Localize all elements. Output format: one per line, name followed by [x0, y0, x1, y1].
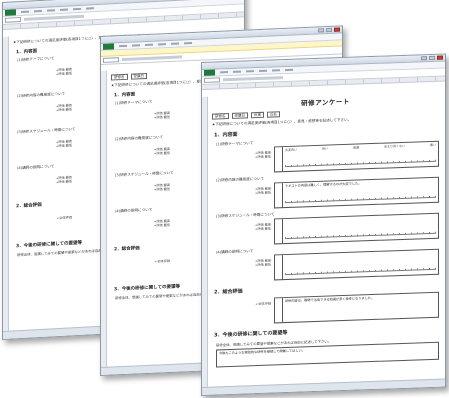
ribbon-tab[interactable] [158, 43, 166, 46]
ribbon-tab[interactable] [34, 9, 42, 13]
overall-row: ←全体評価 研修内容は、職場で活用できる知識が多く参考になりました。 [212, 291, 439, 328]
rating-cell[interactable] [275, 147, 283, 172]
field-course[interactable]: 研修名 [111, 73, 128, 81]
answer-box[interactable]: 大変良い 良い 普通 あまり良くない 悪い [274, 140, 439, 173]
ribbon-tab[interactable] [285, 68, 293, 72]
file-tab[interactable] [5, 9, 16, 16]
field-date[interactable]: 受講日 [130, 72, 147, 80]
overall-label: ←全体評価 [154, 258, 170, 264]
field-name[interactable]: 氏名 [267, 111, 280, 118]
formula-input[interactable] [223, 76, 283, 82]
answer-box[interactable]: テキストの内容は難しく、理解するのが大変でした。 [274, 176, 439, 209]
answer-box[interactable] [274, 248, 439, 281]
ribbon-tab[interactable] [184, 41, 192, 45]
rating-cell[interactable] [275, 183, 283, 208]
legend-low: →評価 最低 [254, 226, 271, 232]
spreadsheet-window-front: 研修アンケート 研修名 受講日 所属 氏名 ★下記研修についての満足度評価(各項… [201, 53, 446, 397]
rating-cell[interactable] [275, 298, 283, 323]
field-course[interactable]: 研修名 [212, 113, 229, 120]
ribbon-tab[interactable] [60, 8, 68, 11]
maximize-icon[interactable] [429, 55, 435, 61]
ribbon-tab[interactable] [73, 7, 81, 11]
answer-box[interactable]: 研修内容は、職場で活用できる知識が多く参考になりました。 [274, 291, 439, 324]
name-box[interactable] [5, 17, 21, 23]
rating-cell[interactable] [275, 219, 283, 244]
rating-scale [285, 195, 436, 204]
ribbon-tab[interactable] [272, 69, 280, 72]
ribbon-tab[interactable] [145, 43, 153, 47]
formula-input[interactable] [24, 14, 84, 21]
ribbon-tab[interactable] [233, 70, 241, 73]
ribbon-tab[interactable] [21, 10, 29, 14]
maximize-icon[interactable] [326, 27, 332, 33]
legend-low: →評価 最低 [254, 154, 271, 160]
ribbon-tab[interactable] [220, 71, 228, 74]
overall-label: ←全体評価 [56, 215, 72, 221]
overall-label: ←全体評価 [255, 301, 271, 307]
formula-input[interactable] [122, 55, 182, 62]
file-tab[interactable] [204, 69, 215, 76]
ribbon-tab[interactable] [259, 69, 267, 72]
rating-scale [285, 267, 436, 276]
minimize-icon[interactable] [421, 56, 427, 61]
name-box[interactable] [204, 77, 220, 83]
rating-cell[interactable] [275, 255, 283, 280]
ribbon-tab[interactable] [86, 7, 94, 10]
close-icon[interactable] [437, 55, 443, 60]
file-tab[interactable] [103, 43, 114, 50]
rating-scale [285, 231, 436, 240]
rating-scale [285, 159, 436, 168]
ribbon-tab[interactable] [171, 42, 179, 45]
field-date[interactable]: 受講日 [231, 112, 248, 119]
ribbon-tab[interactable] [47, 9, 55, 12]
ribbon-tab[interactable] [119, 44, 127, 48]
answer-text: 研修内容は、職場で活用できる知識が多く参考になりました。 [285, 295, 375, 304]
field-dept[interactable]: 所属 [251, 111, 264, 119]
name-box[interactable] [103, 57, 119, 63]
ribbon-tab[interactable] [246, 70, 254, 73]
ribbon-tab[interactable] [132, 44, 140, 47]
legend-low: →評価 最低 [254, 262, 271, 268]
close-icon[interactable] [334, 27, 340, 32]
legend-low: →評価 最低 [254, 190, 271, 196]
sheet-area[interactable]: 研修アンケート 研修名 受講日 所属 氏名 ★下記研修についての満足度評価(各項… [202, 88, 445, 386]
minimize-icon[interactable] [318, 28, 324, 33]
answer-box[interactable] [274, 212, 439, 245]
